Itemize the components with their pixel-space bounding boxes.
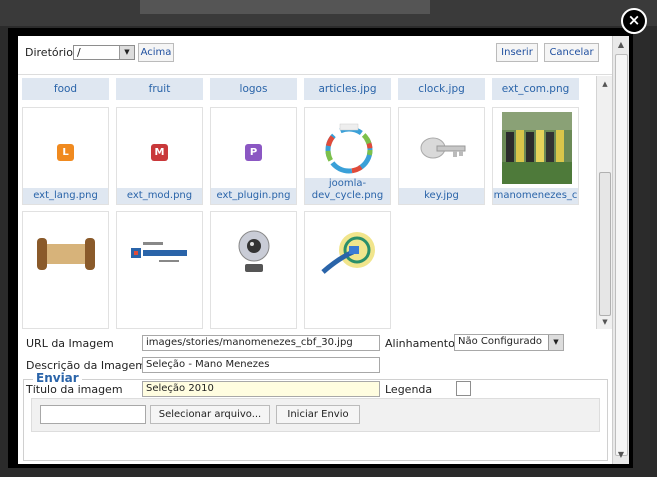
dialog-scrollbar[interactable]: ▲ ▼ [612, 36, 629, 464]
directory-select[interactable]: / ▼ [73, 45, 135, 60]
image-grid: food fruit logos articles.jpg clock.jpg … [18, 76, 612, 330]
image-item[interactable]: L ext_lang.png [22, 107, 109, 205]
scroll-up-icon[interactable]: ▲ [597, 78, 612, 90]
team-photo-thumbnail [502, 112, 572, 184]
close-icon[interactable]: × [621, 8, 647, 34]
image-item[interactable]: M ext_mod.png [116, 107, 203, 205]
image-caption: manomenezes_c [493, 188, 578, 204]
upload-box: Selecionar arquivo... Iniciar Envio [31, 398, 600, 432]
image-item[interactable] [210, 211, 297, 329]
chevron-down-icon[interactable]: ▼ [548, 335, 563, 350]
start-upload-button[interactable]: Iniciar Envio [276, 405, 360, 424]
background-strip [140, 0, 430, 14]
directory-label: Diretório [25, 46, 73, 59]
folder-item[interactable]: fruit [116, 78, 203, 100]
joomla-cycle-thumbnail [325, 123, 373, 174]
webcam-thumbnail [238, 230, 270, 272]
folder-item[interactable]: logos [210, 78, 297, 100]
image-caption: ext_lang.png [23, 188, 108, 204]
description-field[interactable]: Seleção - Mano Menezes [142, 357, 380, 373]
chevron-down-icon[interactable]: ▼ [119, 46, 134, 59]
image-item[interactable]: clock.jpg [398, 78, 485, 100]
joomla-logo-thumbnail [131, 242, 187, 262]
scroll-thumbnail [37, 238, 95, 270]
ext-plugin-icon: P [245, 144, 262, 161]
insert-button[interactable]: Inserir [496, 43, 538, 62]
key-thumbnail [420, 137, 466, 159]
scroll-down-icon[interactable]: ▼ [597, 316, 612, 328]
scroll-up-icon[interactable]: ▲ [613, 38, 629, 52]
url-field[interactable]: images/stories/manomenezes_cbf_30.jpg [142, 335, 380, 351]
image-caption: ext_plugin.png [211, 188, 296, 204]
url-label: URL da Imagem [26, 337, 114, 350]
upload-legend: Enviar [33, 371, 82, 385]
grid-scrollbar[interactable]: ▲ ▼ [596, 76, 612, 329]
image-item[interactable]: manomenezes_c [492, 107, 579, 205]
grid-scrollbar-thumb[interactable] [599, 172, 611, 316]
up-button[interactable]: Acima [138, 43, 174, 62]
image-caption: key.jpg [399, 188, 484, 204]
image-item[interactable]: ext_com.png [492, 78, 579, 100]
image-manager-panel: Diretório / ▼ Acima Inserir Cancelar foo… [18, 36, 612, 464]
file-path-field[interactable] [40, 405, 146, 424]
directory-select-value: / [77, 46, 81, 59]
image-caption: joomla-dev_cycle.png [305, 178, 390, 204]
network-cable-thumbnail [321, 232, 375, 274]
align-select[interactable]: Não Configurado ▼ [454, 334, 564, 351]
image-item[interactable]: P ext_plugin.png [210, 107, 297, 205]
image-item[interactable]: articles.jpg [304, 78, 391, 100]
image-item[interactable] [22, 211, 109, 329]
ext-lang-icon: L [57, 144, 74, 161]
image-item[interactable] [116, 211, 203, 329]
align-select-value: Não Configurado [458, 336, 543, 347]
ext-mod-icon: M [151, 144, 168, 161]
background-page [0, 0, 657, 26]
image-item[interactable]: key.jpg [398, 107, 485, 205]
browse-button[interactable]: Selecionar arquivo... [150, 405, 270, 424]
image-item[interactable] [304, 211, 391, 329]
align-label: Alinhamento [385, 337, 455, 350]
dialog-scrollbar-thumb[interactable] [615, 54, 628, 456]
image-item[interactable]: joomla-dev_cycle.png [304, 107, 391, 205]
scroll-down-icon[interactable]: ▼ [613, 448, 629, 462]
folder-item[interactable]: food [22, 78, 109, 100]
upload-fieldset: Enviar Selecionar arquivo... Iniciar Env… [23, 371, 608, 461]
toolbar: Diretório / ▼ Acima Inserir Cancelar [18, 36, 612, 75]
cancel-button[interactable]: Cancelar [544, 43, 599, 62]
image-caption: ext_mod.png [117, 188, 202, 204]
